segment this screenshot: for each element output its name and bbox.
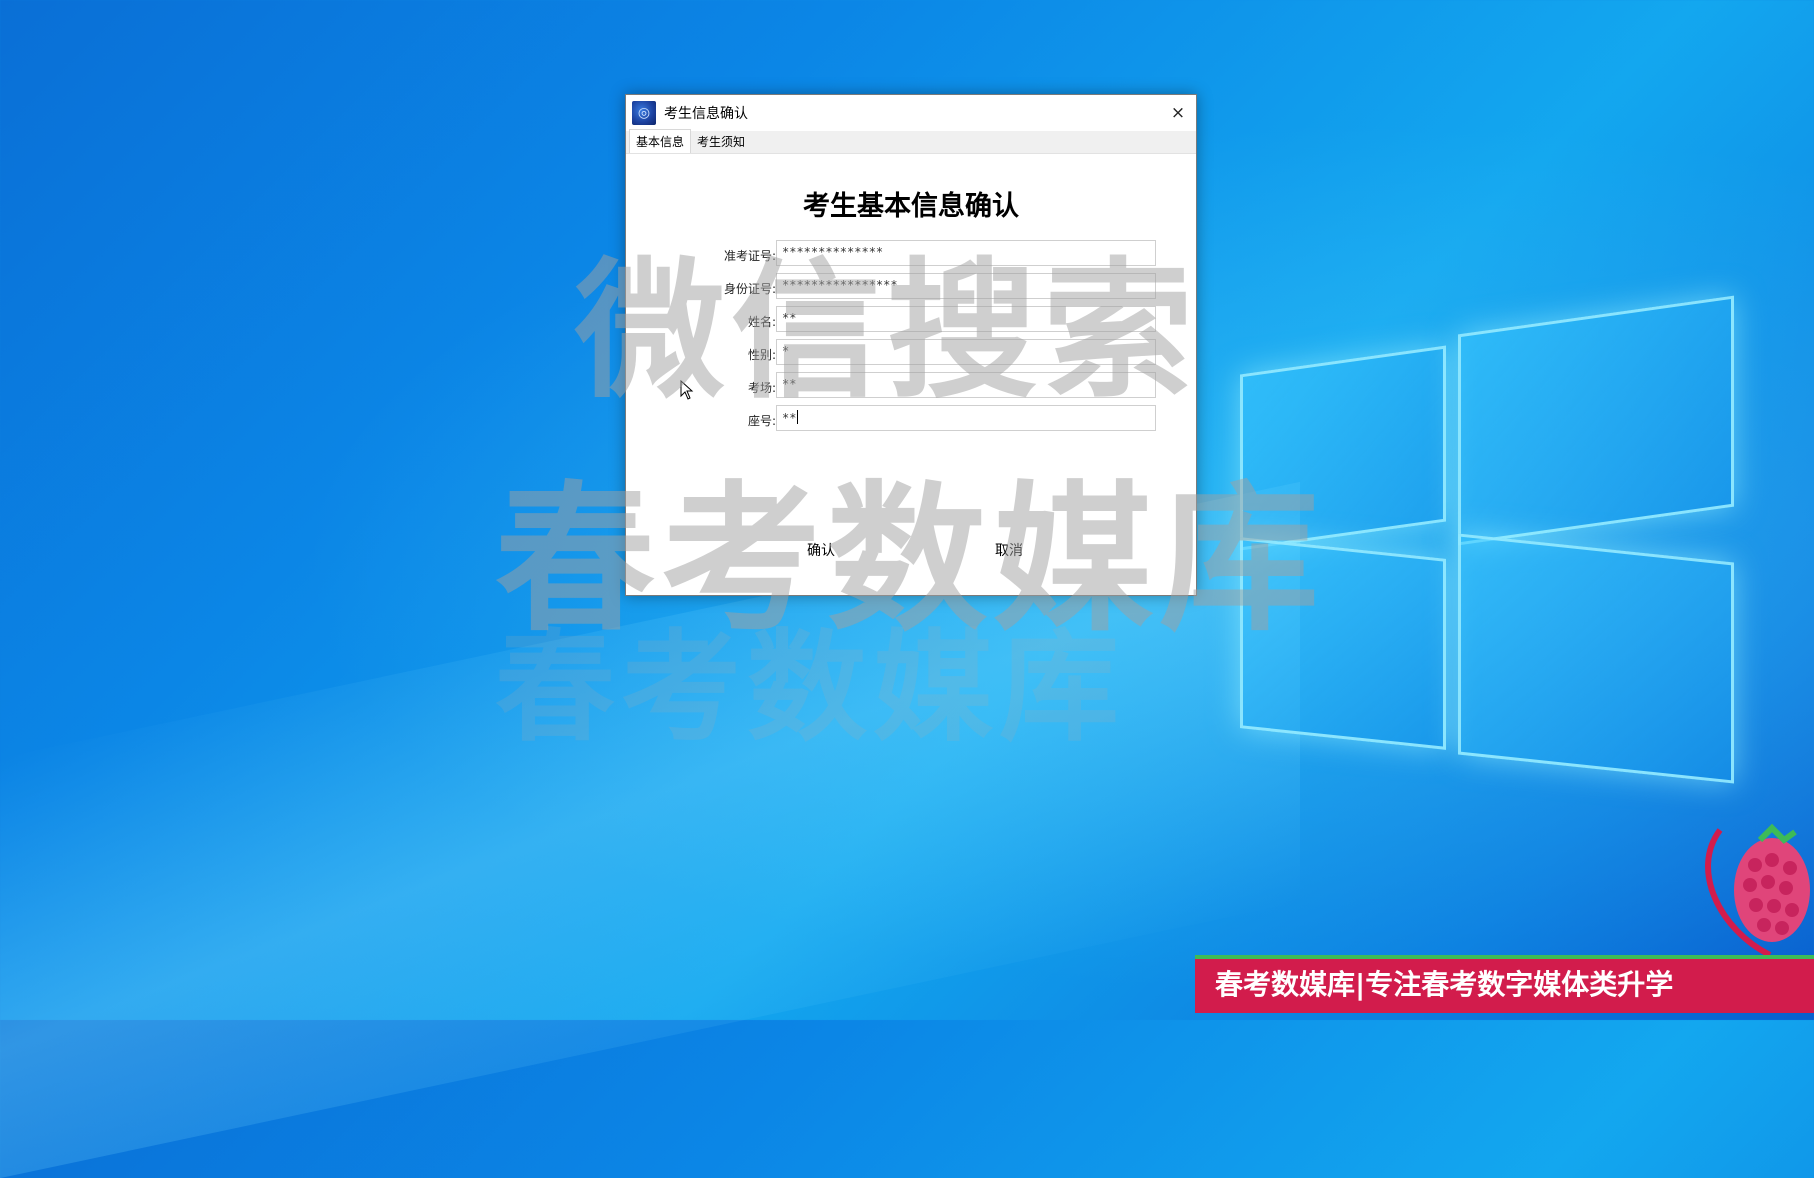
gender-field[interactable]: * — [776, 339, 1156, 365]
confirm-button[interactable]: 确认 — [766, 536, 876, 566]
windows-logo-pane — [1240, 345, 1446, 551]
field-row-seat: 座号: ** — [626, 405, 1196, 433]
windows-logo-pane — [1458, 295, 1734, 546]
mouse-pointer-icon — [680, 380, 694, 400]
app-logo-icon: ◎ — [632, 101, 656, 125]
field-row-ticket: 准考证号: ************** — [626, 240, 1196, 268]
title-bar[interactable]: ◎ 考生信息确认 × — [626, 95, 1196, 131]
field-label: 姓名: — [747, 315, 776, 329]
field-row-gender: 性别: * — [626, 339, 1196, 367]
tab-basic-info[interactable]: 基本信息 — [629, 129, 692, 153]
windows-logo-pane — [1458, 533, 1734, 784]
seat-number-field[interactable]: ** — [776, 405, 1156, 431]
confirm-dialog: ◎ 考生信息确认 × 基本信息 考生须知 考生基本信息确认 准考证号: ****… — [625, 94, 1197, 596]
raspberry-mascot-icon — [1705, 823, 1810, 958]
cancel-button[interactable]: 取消 — [954, 536, 1064, 566]
text-caret — [797, 410, 799, 424]
name-field[interactable]: ** — [776, 306, 1156, 332]
tab-bar: 基本信息 考生须知 — [626, 129, 1196, 154]
ticket-number-field[interactable]: ************** — [776, 240, 1156, 266]
tab-exam-notice[interactable]: 考生须知 — [691, 130, 751, 153]
id-number-field[interactable]: **************** — [776, 273, 1156, 299]
promo-banner: 春考数媒库|专注春考数字媒体类升学 — [1195, 955, 1814, 1013]
field-label: 座号: — [747, 414, 776, 428]
field-label: 身份证号: — [723, 282, 776, 296]
watermark-line: 春考数媒库 — [495, 619, 1125, 758]
windows-logo-pane — [1240, 537, 1446, 750]
exam-room-field[interactable]: ** — [776, 372, 1156, 398]
field-row-id: 身份证号: **************** — [626, 273, 1196, 301]
field-label: 准考证号: — [723, 249, 776, 263]
tab-panel: 考生基本信息确认 准考证号: ************** 身份证号: ****… — [626, 154, 1196, 595]
field-row-name: 姓名: ** — [626, 306, 1196, 334]
form-heading: 考生基本信息确认 — [803, 191, 1019, 222]
windows-logo — [1240, 290, 1740, 810]
field-label: 性别: — [747, 348, 776, 362]
field-row-room: 考场: ** — [626, 372, 1196, 400]
seat-number-value: ** — [782, 411, 797, 425]
close-button[interactable]: × — [1160, 95, 1196, 131]
window-title: 考生信息确认 — [664, 106, 748, 122]
